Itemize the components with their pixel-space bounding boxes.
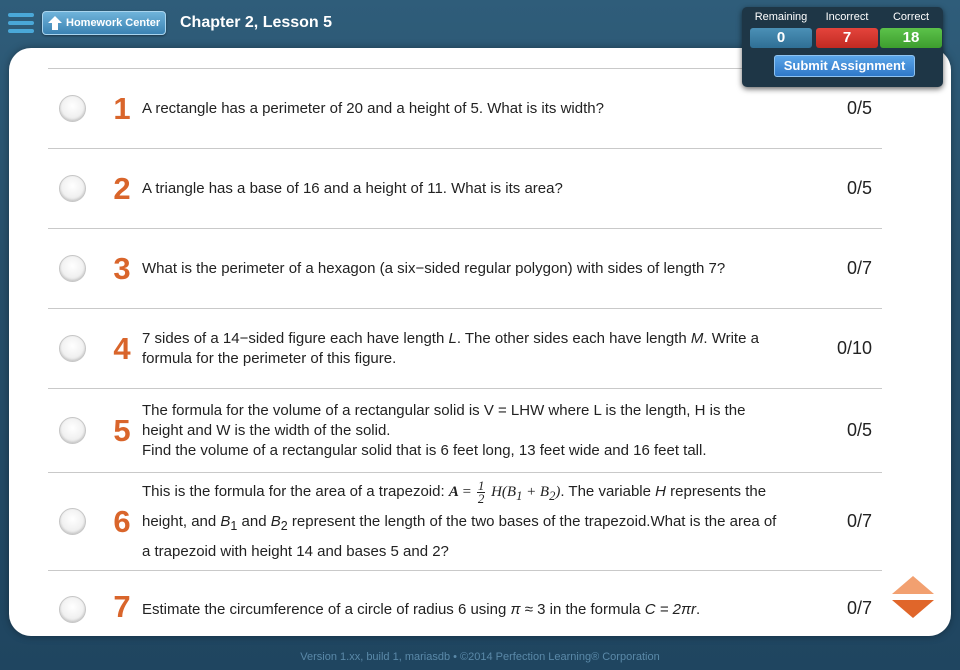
question-row[interactable]: 5 The formula for the volume of a rectan… [48, 388, 882, 472]
question-line: The formula for the volume of a rectangu… [142, 401, 746, 439]
formula-part: H(B [487, 483, 517, 500]
question-radio[interactable] [59, 335, 86, 362]
variable: B [220, 512, 231, 530]
incorrect-label: Incorrect [825, 11, 869, 23]
text-segment: 7 sides of a 14−sided figure each have l… [142, 329, 449, 347]
arrow-up-icon [47, 15, 63, 31]
question-text: A triangle has a base of 16 and a height… [142, 179, 563, 197]
question-row[interactable]: 7 Estimate the circumference of a circle… [48, 570, 882, 636]
text-segment: and [237, 512, 271, 530]
question-text: Estimate the circumference of a circle o… [142, 600, 786, 620]
question-score: 0/5 [846, 98, 872, 118]
remaining-count: 0 [750, 28, 812, 48]
page-title: Chapter 2, Lesson 5 [180, 14, 333, 31]
question-row[interactable]: 2 A triangle has a base of 16 and a heig… [48, 148, 882, 228]
score-panel: Remaining 0 Incorrect 7 Correct 18 Submi… [742, 7, 943, 87]
question-number: 5 [113, 412, 131, 448]
formula-part: A [448, 483, 459, 500]
homework-center-label: Homework Center [66, 17, 161, 29]
variable: H [655, 482, 666, 500]
question-text: What is the perimeter of a hexagon (a si… [142, 259, 726, 277]
question-number: 3 [113, 250, 131, 286]
circumference-formula: C = 2πr [644, 601, 697, 618]
question-text: This is the formula for the area of a tr… [142, 479, 786, 565]
question-number: 2 [113, 170, 131, 206]
question-radio[interactable] [59, 417, 86, 444]
incorrect-stat: Incorrect 7 [816, 11, 878, 48]
trapezoid-formula: A = 12 H(B1 + B2) [448, 479, 561, 505]
variable: B [270, 512, 281, 530]
text-segment: . [696, 601, 701, 618]
variable: L [448, 329, 457, 347]
text-segment: Estimate the circumference of a circle o… [142, 601, 511, 618]
text-segment: . The other sides each have length [456, 329, 691, 347]
question-number: 4 [113, 330, 131, 366]
question-number: 7 [113, 589, 131, 624]
question-text: 7 sides of a 14−sided figure each have l… [142, 329, 786, 369]
scroll-down-icon[interactable] [892, 600, 934, 618]
scroll-navigation[interactable] [889, 574, 937, 620]
question-row[interactable]: 3 What is the perimeter of a hexagon (a … [48, 228, 882, 308]
question-radio[interactable] [59, 95, 86, 122]
question-text: A rectangle has a perimeter of 20 and a … [142, 99, 604, 117]
question-radio[interactable] [59, 508, 86, 535]
question-row[interactable]: 4 7 sides of a 14−sided figure each have… [48, 308, 882, 388]
formula-part: + B [522, 483, 550, 500]
question-radio[interactable] [59, 255, 86, 282]
text-segment: This is the formula for the area of a tr… [142, 482, 449, 500]
question-radio[interactable] [59, 175, 86, 202]
formula-part: = [458, 483, 475, 500]
correct-stat: Correct 18 [880, 11, 942, 48]
footer-version: Version 1.xx, build 1, mariasdb • ©2014 … [300, 651, 660, 663]
question-score: 0/5 [846, 178, 872, 198]
variable: M [690, 329, 704, 347]
text-segment: . The variable [560, 482, 656, 500]
question-number: 6 [113, 503, 131, 539]
question-line: Find the volume of a rectangular solid t… [142, 441, 707, 459]
question-score: 0/5 [846, 420, 872, 440]
remaining-stat: Remaining 0 [750, 11, 812, 48]
remaining-label: Remaining [754, 11, 808, 23]
question-score: 0/7 [846, 598, 872, 618]
incorrect-count: 7 [816, 28, 878, 48]
question-score: 0/10 [836, 338, 872, 358]
correct-count: 18 [880, 28, 942, 48]
scroll-up-icon[interactable] [892, 576, 934, 594]
question-card: 1 A rectangle has a perimeter of 20 and … [9, 48, 951, 636]
variable-subscript: 2 [280, 518, 288, 533]
homework-center-button[interactable]: Homework Center [42, 11, 166, 35]
pi-symbol: π [510, 601, 521, 618]
submit-assignment-button[interactable]: Submit Assignment [774, 55, 915, 77]
fraction: 12 [476, 479, 486, 506]
question-number: 1 [113, 90, 131, 126]
question-score: 0/7 [846, 511, 872, 531]
correct-label: Correct [892, 11, 930, 23]
fraction-denominator: 2 [477, 490, 485, 506]
question-score: 0/7 [846, 258, 872, 278]
question-radio[interactable] [59, 596, 86, 623]
question-text: The formula for the volume of a rectangu… [142, 401, 786, 461]
question-row[interactable]: 6 This is the formula for the area of a … [48, 472, 882, 570]
text-segment: ≈ 3 in the formula [520, 601, 645, 618]
question-list: 1 A rectangle has a perimeter of 20 and … [48, 68, 882, 636]
menu-icon[interactable] [8, 13, 34, 35]
